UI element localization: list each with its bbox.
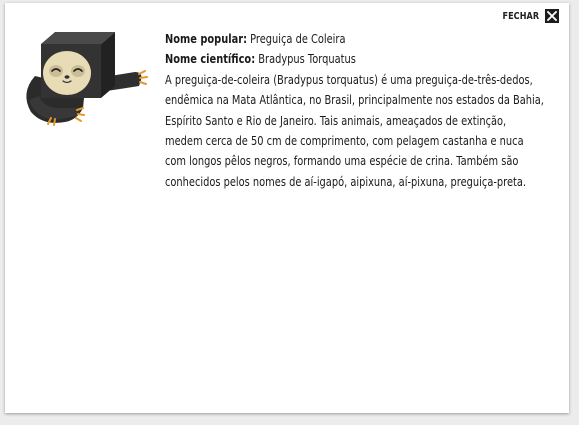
description-line: conhecidos pelos nomes de aí-igapó, aipi… [165,174,527,189]
popular-name-value: Preguiça de Coleira [250,32,346,46]
animal-info: Nome popular: Preguiça de Coleira Nome c… [165,29,544,192]
scientific-name-label: Nome científico: [165,52,256,67]
popular-name-row: Nome popular: Preguiça de Coleira [165,29,501,49]
description-line: medem cerca de 50 cm de comprimento, com… [165,134,524,149]
description-line: com longos pêlos negros, formando uma es… [165,154,519,169]
scientific-name-value: Bradypus Torquatus [258,52,356,67]
description-line: Espírito Santo e Rio de Janeiro. Tais an… [165,113,507,128]
close-button[interactable]: FECHAR [496,9,559,23]
scientific-name-row: Nome científico: Bradypus Torquatus [165,49,501,69]
close-label: FECHAR [502,10,539,22]
description-line: A preguiça-de-coleira (Bradypus torquatu… [165,72,533,87]
sloth-illustration [26,32,148,126]
popular-name-label: Nome popular: [165,32,248,46]
description-line: endêmica na Mata Atlântica, no Brasil, p… [165,93,544,108]
info-panel: FECHAR Nome popular: Preguiça de Coleira… [5,3,569,413]
close-icon[interactable] [545,9,559,23]
description: A preguiça-de-coleira (Bradypus torquatu… [165,70,544,192]
